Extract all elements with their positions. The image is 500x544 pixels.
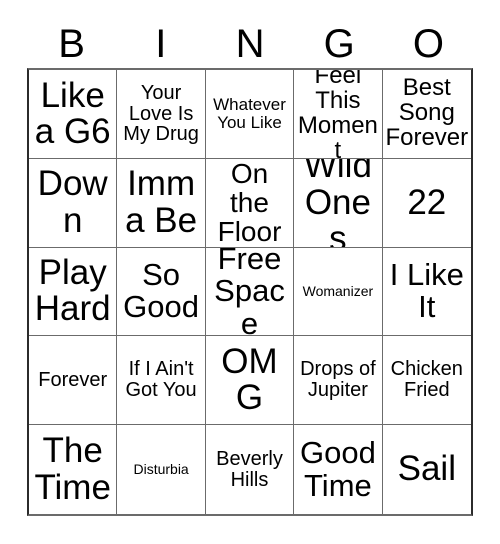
bingo-cell-label: Drops of Jupiter: [300, 358, 376, 402]
bingo-cell-label: So Good: [123, 257, 200, 325]
bingo-cell-b1[interactable]: Like a G6: [29, 70, 118, 159]
bingo-cell-n4[interactable]: OMG: [205, 336, 295, 426]
bingo-cell-label: OMG: [221, 341, 278, 418]
bingo-cell-label: Womanizer: [302, 283, 374, 300]
bingo-cell-label: Whatever You Like: [213, 95, 286, 132]
bingo-cell-label: Chicken Fried: [390, 358, 463, 402]
bingo-cell-label: Disturbia: [133, 461, 189, 478]
bingo-cell-free-space[interactable]: Free Space: [205, 247, 295, 337]
bingo-grid: Like a G6 Your Love Is My Drug Whatever …: [27, 68, 473, 516]
bingo-cell-o5[interactable]: Sail: [382, 425, 471, 514]
bingo-cell-label: Play Hard: [34, 253, 111, 329]
bingo-cell-label: Good Time: [299, 435, 376, 503]
bingo-cell-i5[interactable]: Disturbia: [117, 425, 206, 514]
bingo-cell-label: Best Song Forever: [385, 74, 469, 152]
bingo-cell-o2[interactable]: 22: [382, 158, 471, 248]
bingo-header-letter-g: G: [323, 22, 355, 66]
bingo-cell-g2[interactable]: Wild Ones: [294, 158, 383, 248]
bingo-cell-label: Like a G6: [34, 75, 111, 151]
bingo-cell-label: Your Love Is My Drug: [123, 81, 199, 146]
bingo-cell-label: If I Ain't Got You: [125, 358, 197, 402]
bingo-cell-g3[interactable]: Womanizer: [294, 247, 383, 337]
bingo-cell-g4[interactable]: Drops of Jupiter: [294, 336, 383, 426]
bingo-cell-label: Down: [37, 164, 108, 240]
bingo-cell-i1[interactable]: Your Love Is My Drug: [117, 70, 206, 159]
bingo-cell-b2[interactable]: Down: [29, 158, 118, 248]
bingo-cell-label: Beverly Hills: [216, 447, 283, 491]
bingo-header-letter-b: B: [58, 22, 85, 66]
bingo-cell-label: Forever: [38, 368, 108, 391]
bingo-cell-n1[interactable]: Whatever You Like: [205, 70, 295, 159]
bingo-cell-g1[interactable]: Feel This Moment: [294, 70, 383, 159]
bingo-header-row: B I N G O: [27, 20, 473, 68]
bingo-card: B I N G O Like a G6 Your Love Is My Drug…: [0, 0, 500, 544]
bingo-cell-label: Imma Be: [125, 164, 198, 240]
bingo-cell-n2[interactable]: On the Floor: [205, 158, 295, 248]
bingo-cell-b3[interactable]: Play Hard: [29, 247, 118, 337]
bingo-cell-b5[interactable]: The Time: [29, 425, 118, 514]
bingo-cell-i3[interactable]: So Good: [117, 247, 206, 337]
bingo-cell-label: Wild Ones: [303, 158, 372, 248]
bingo-cell-label: I Like It: [389, 257, 464, 325]
bingo-cell-label: The Time: [34, 431, 111, 507]
bingo-cell-n5[interactable]: Beverly Hills: [205, 425, 295, 514]
bingo-cell-o1[interactable]: Best Song Forever: [382, 70, 471, 159]
bingo-header-letter-o: O: [412, 22, 444, 66]
bingo-header-letter-n: N: [235, 22, 265, 66]
bingo-cell-label: Feel This Moment: [297, 70, 378, 159]
bingo-free-space-label: Free Space: [214, 247, 285, 337]
bingo-cell-i2[interactable]: Imma Be: [117, 158, 206, 248]
bingo-cell-label: 22: [407, 182, 447, 222]
bingo-cell-o3[interactable]: I Like It: [382, 247, 471, 337]
bingo-cell-b4[interactable]: Forever: [29, 336, 118, 426]
bingo-header-letter-i: I: [155, 22, 167, 66]
bingo-cell-label: On the Floor: [217, 158, 282, 248]
bingo-cell-g5[interactable]: Good Time: [294, 425, 383, 514]
bingo-cell-label: Sail: [397, 449, 456, 489]
bingo-cell-i4[interactable]: If I Ain't Got You: [117, 336, 206, 426]
bingo-cell-o4[interactable]: Chicken Fried: [382, 336, 471, 426]
